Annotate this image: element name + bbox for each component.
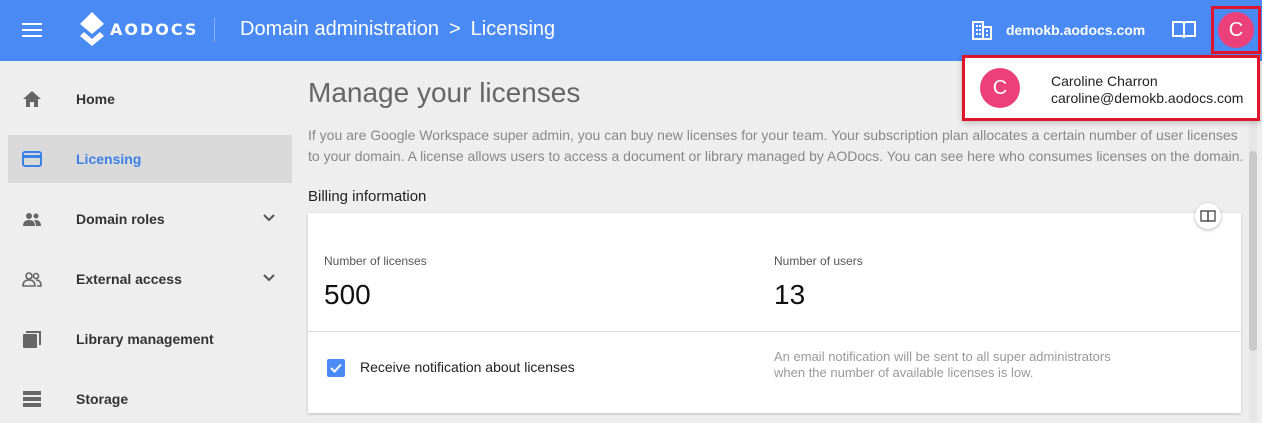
storage-icon bbox=[23, 391, 41, 407]
user-account-popup: C Caroline Charron caroline@demokb.aodoc… bbox=[962, 55, 1260, 121]
domain-selector[interactable]: demokb.aodocs.com bbox=[972, 20, 1145, 40]
logo-text: AODOCS bbox=[110, 19, 199, 39]
sidebar-item-domain-roles[interactable]: Domain roles bbox=[8, 195, 292, 243]
chevron-down-icon[interactable] bbox=[262, 271, 276, 285]
sidebar-item-label: Home bbox=[76, 91, 115, 107]
topbar-divider bbox=[214, 18, 215, 42]
sidebar-item-external-access[interactable]: External access bbox=[8, 255, 292, 303]
checkmark-icon bbox=[330, 363, 342, 373]
home-icon bbox=[23, 91, 41, 107]
building-icon bbox=[972, 21, 992, 40]
book-icon bbox=[1200, 210, 1216, 223]
breadcrumb-current: Licensing bbox=[470, 18, 556, 40]
credit-card-icon bbox=[22, 151, 42, 167]
chevron-down-icon[interactable] bbox=[262, 211, 276, 225]
page-description: If you are Google Workspace super admin,… bbox=[308, 127, 1244, 164]
domain-name: demokb.aodocs.com bbox=[1006, 22, 1146, 38]
aodocs-logo-mark bbox=[80, 12, 104, 46]
people-icon bbox=[23, 213, 41, 226]
billing-card: Number of licenses 500 Number of users 1… bbox=[308, 203, 1241, 413]
licenses-label: Number of licenses bbox=[324, 254, 427, 268]
notify-checkbox[interactable] bbox=[327, 359, 345, 377]
card-divider bbox=[308, 331, 1241, 332]
users-label: Number of users bbox=[774, 254, 863, 268]
breadcrumb-separator: > bbox=[448, 18, 461, 40]
avatar: C bbox=[1218, 12, 1254, 48]
book-icon[interactable] bbox=[1171, 19, 1197, 41]
users-value: 13 bbox=[774, 279, 806, 310]
sidebar-item-label: Storage bbox=[76, 391, 129, 407]
notify-label[interactable]: Receive notification about licenses bbox=[360, 359, 575, 375]
breadcrumb-parent[interactable]: Domain administration bbox=[240, 18, 439, 41]
page-title: Manage your licenses bbox=[308, 77, 581, 108]
library-icon bbox=[23, 331, 41, 348]
user-email: caroline@demokb.aodocs.com bbox=[1051, 90, 1244, 106]
billing-section-title: Billing information bbox=[308, 188, 427, 205]
sidebar-item-library-management[interactable]: Library management bbox=[8, 315, 292, 363]
user-name: Caroline Charron bbox=[1051, 73, 1158, 89]
top-app-bar: AODOCS Domain administration > Licensing… bbox=[0, 0, 1262, 61]
sidebar-item-licensing[interactable]: Licensing bbox=[8, 135, 292, 183]
sidebar-item-label: Domain roles bbox=[76, 211, 165, 227]
notify-help-text: An email notification will be sent to al… bbox=[774, 349, 1111, 380]
sidebar-item-home[interactable]: Home bbox=[8, 75, 292, 123]
licenses-value: 500 bbox=[324, 279, 371, 310]
people-outline-icon bbox=[22, 272, 42, 287]
sidebar: Home Licensing Domain roles External acc… bbox=[0, 61, 300, 422]
sidebar-item-label: External access bbox=[76, 271, 182, 287]
aodocs-logo[interactable]: AODOCS bbox=[78, 12, 198, 46]
sidebar-item-label: Licensing bbox=[76, 151, 142, 167]
help-book-button[interactable] bbox=[1195, 203, 1221, 229]
breadcrumb: Domain administration > Licensing bbox=[240, 18, 555, 41]
sidebar-item-label: Library management bbox=[76, 331, 214, 347]
sidebar-item-storage[interactable]: Storage bbox=[8, 375, 292, 423]
popup-avatar: C bbox=[980, 68, 1020, 108]
hamburger-menu-icon[interactable] bbox=[22, 19, 42, 41]
scrollbar-thumb[interactable] bbox=[1249, 151, 1257, 351]
account-button[interactable]: C bbox=[1211, 6, 1261, 54]
